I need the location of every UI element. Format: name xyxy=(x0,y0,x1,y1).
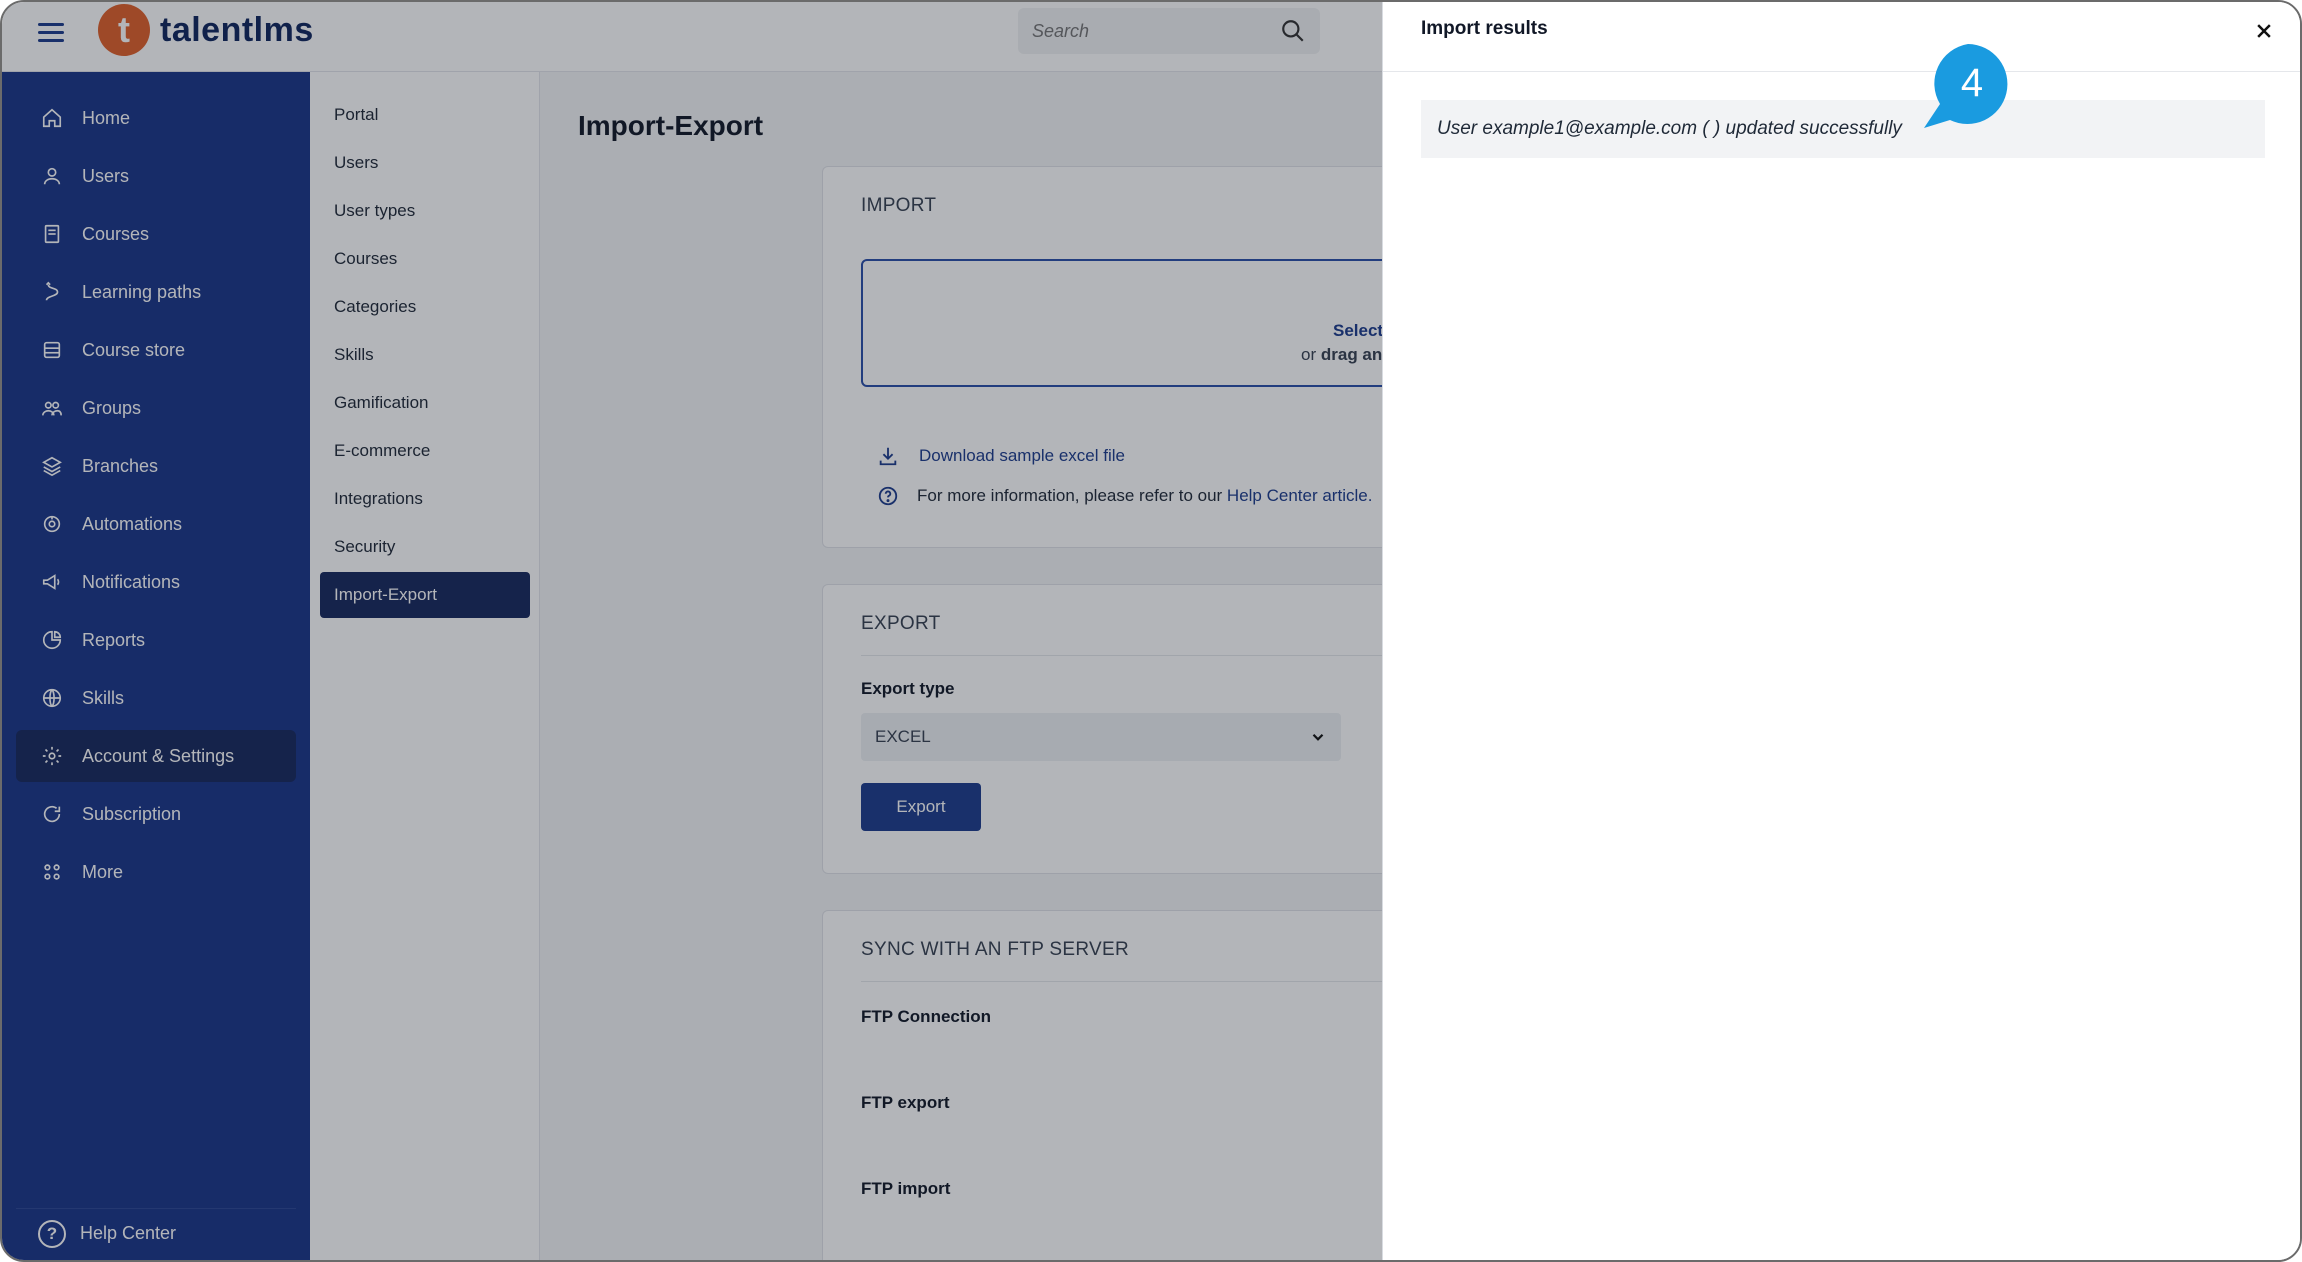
screen: t talentlms Home Users Courses Learning … xyxy=(0,0,2302,1262)
callout-number: 4 xyxy=(1961,61,1983,105)
close-button[interactable] xyxy=(2249,16,2279,46)
close-icon xyxy=(2257,24,2271,38)
step-callout-badge: 4 xyxy=(1924,44,2008,128)
modal-backdrop[interactable] xyxy=(2,2,1382,1260)
import-results-panel: Import results User example1@example.com… xyxy=(1382,2,2300,1260)
import-result-row: User example1@example.com ( ) updated su… xyxy=(1421,100,2265,158)
panel-header: Import results xyxy=(1383,2,2300,72)
panel-title: Import results xyxy=(1421,18,1548,39)
